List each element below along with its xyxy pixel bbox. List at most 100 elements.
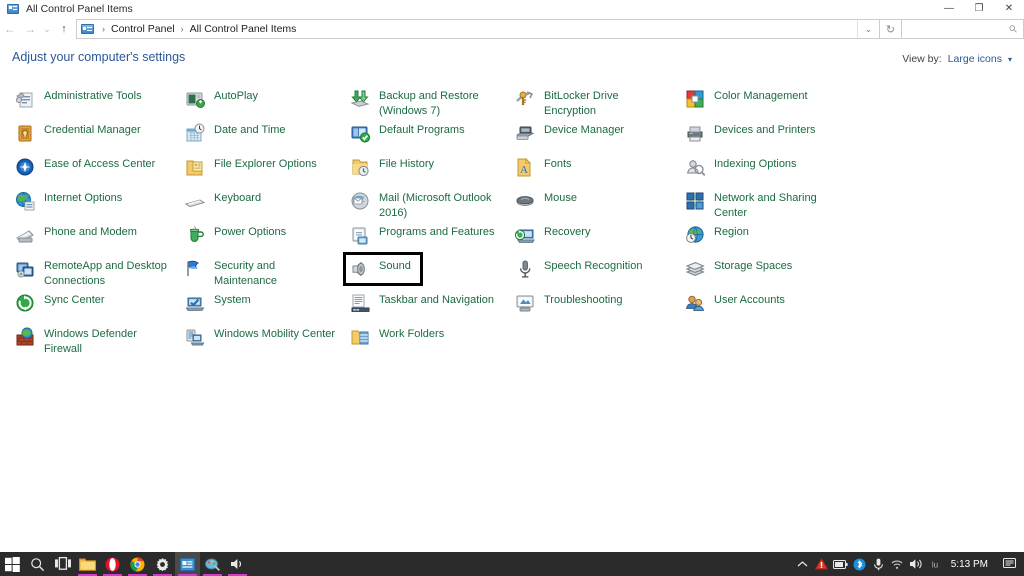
view-by-control[interactable]: View by: Large icons ▾ (902, 53, 1012, 65)
control-panel-item-label[interactable]: System (214, 292, 251, 308)
control-panel-item-label[interactable]: Security and Maintenance (214, 258, 338, 288)
control-panel-item-label[interactable]: Device Manager (544, 122, 624, 138)
forward-button[interactable]: → (20, 19, 40, 39)
control-panel-item-label[interactable]: File Explorer Options (214, 156, 317, 172)
control-panel-item[interactable]: Power Options (178, 218, 343, 252)
control-panel-item-label[interactable]: File History (379, 156, 434, 172)
control-panel-item[interactable]: Keyboard (178, 184, 343, 218)
breadcrumb-all-control-panel-items[interactable]: All Control Panel Items (189, 23, 298, 35)
control-panel-item[interactable]: Work Folders (343, 320, 508, 354)
control-panel-item[interactable]: Ease of Access Center (8, 150, 178, 184)
control-panel-item[interactable]: Devices and Printers (678, 116, 848, 150)
maximize-button[interactable]: ❐ (964, 0, 994, 18)
paint-button[interactable] (200, 552, 225, 576)
control-panel-item-label[interactable]: User Accounts (714, 292, 785, 308)
control-panel-item[interactable]: Sound (343, 252, 508, 286)
control-panel-item-label[interactable]: AutoPlay (214, 88, 258, 104)
warning-icon[interactable] (812, 552, 831, 576)
control-panel-item[interactable]: Taskbar and Navigation (343, 286, 508, 320)
control-panel-item-label[interactable]: Default Programs (379, 122, 465, 138)
control-panel-item-label[interactable]: Internet Options (44, 190, 122, 206)
control-panel-item-label[interactable]: Color Management (714, 88, 808, 104)
control-panel-item-label[interactable]: Administrative Tools (44, 88, 142, 104)
control-panel-item-label[interactable]: Mouse (544, 190, 577, 206)
control-panel-item[interactable]: Date and Time (178, 116, 343, 150)
control-panel-item[interactable]: Mouse (508, 184, 678, 218)
control-panel-item[interactable]: BitLocker Drive Encryption (508, 82, 678, 118)
settings-button[interactable] (150, 552, 175, 576)
control-panel-item-label[interactable]: Speech Recognition (544, 258, 642, 274)
control-panel-item-label[interactable]: Ease of Access Center (44, 156, 155, 172)
control-panel-item-label[interactable]: Region (714, 224, 749, 240)
close-button[interactable]: ✕ (994, 0, 1024, 18)
control-panel-item[interactable]: AutoPlay (178, 82, 343, 116)
refresh-button[interactable]: ↻ (880, 19, 902, 39)
file-explorer-button[interactable] (75, 552, 100, 576)
control-panel-item[interactable]: File Explorer Options (178, 150, 343, 184)
action-center-icon[interactable] (996, 552, 1022, 576)
battery-icon[interactable] (831, 552, 850, 576)
control-panel-item[interactable]: Color Management (678, 82, 848, 116)
control-panel-item-label[interactable]: BitLocker Drive Encryption (544, 88, 668, 118)
control-panel-item[interactable]: Region (678, 218, 848, 252)
search-button[interactable] (25, 552, 50, 576)
control-panel-item[interactable]: Security and Maintenance (178, 252, 343, 288)
recent-locations-button[interactable]: ⌄ (40, 19, 54, 39)
control-panel-item[interactable]: Windows Defender Firewall (8, 320, 178, 355)
control-panel-item-label[interactable]: Storage Spaces (714, 258, 792, 274)
address-bar[interactable]: › Control Panel › All Control Panel Item… (76, 19, 880, 39)
control-panel-item[interactable]: Troubleshooting (508, 286, 678, 320)
start-button[interactable] (0, 552, 25, 576)
control-panel-item[interactable]: Device Manager (508, 116, 678, 150)
control-panel-item-label[interactable]: Troubleshooting (544, 292, 622, 308)
chevron-down-icon[interactable]: ▾ (1008, 55, 1012, 64)
keyboard-layout-icon[interactable]: lu (926, 552, 945, 576)
control-panel-item-label[interactable]: Network and Sharing Center (714, 190, 838, 220)
view-by-value[interactable]: Large icons (948, 53, 1002, 65)
microphone-icon[interactable] (869, 552, 888, 576)
control-panel-item-label[interactable]: Sound (379, 258, 411, 274)
minimize-button[interactable]: — (934, 0, 964, 18)
control-panel-item-label[interactable]: Backup and Restore (Windows 7) (379, 88, 503, 118)
control-panel-item[interactable]: RemoteApp and Desktop Connections (8, 252, 178, 288)
volume-app-button[interactable] (225, 552, 250, 576)
address-dropdown-icon[interactable]: ⌄ (857, 20, 879, 38)
control-panel-button[interactable] (175, 552, 200, 576)
control-panel-item[interactable]: Recovery (508, 218, 678, 252)
control-panel-item-label[interactable]: Windows Mobility Center (214, 326, 335, 342)
control-panel-item[interactable]: Programs and Features (343, 218, 508, 252)
control-panel-item-label[interactable]: Power Options (214, 224, 286, 240)
control-panel-item-label[interactable]: Recovery (544, 224, 590, 240)
control-panel-item-label[interactable]: Fonts (544, 156, 572, 172)
control-panel-item[interactable]: Backup and Restore (Windows 7) (343, 82, 508, 118)
control-panel-item-label[interactable]: Work Folders (379, 326, 444, 342)
breadcrumb-control-panel[interactable]: Control Panel (110, 23, 176, 35)
search-input[interactable]: ⚲ (902, 19, 1024, 39)
volume-icon[interactable] (907, 552, 926, 576)
control-panel-item-label[interactable]: RemoteApp and Desktop Connections (44, 258, 168, 288)
control-panel-item-label[interactable]: Programs and Features (379, 224, 495, 240)
control-panel-item-label[interactable]: Keyboard (214, 190, 261, 206)
bluetooth-icon[interactable] (850, 552, 869, 576)
control-panel-item[interactable]: Internet Options (8, 184, 178, 218)
control-panel-item[interactable]: Default Programs (343, 116, 508, 150)
control-panel-item[interactable]: File History (343, 150, 508, 184)
control-panel-item[interactable]: User Accounts (678, 286, 848, 320)
control-panel-item[interactable]: Network and Sharing Center (678, 184, 848, 220)
control-panel-item[interactable]: Storage Spaces (678, 252, 848, 286)
control-panel-item-label[interactable]: Date and Time (214, 122, 286, 138)
control-panel-item-label[interactable]: Devices and Printers (714, 122, 816, 138)
control-panel-item-label[interactable]: Credential Manager (44, 122, 141, 138)
chrome-button[interactable] (125, 552, 150, 576)
up-button[interactable]: ↑ (54, 19, 74, 39)
opera-button[interactable] (100, 552, 125, 576)
control-panel-item[interactable]: Phone and Modem (8, 218, 178, 252)
taskbar-clock[interactable]: 5:13 PM (945, 559, 996, 570)
control-panel-item[interactable]: Speech Recognition (508, 252, 678, 286)
show-hidden-icons[interactable] (793, 552, 812, 576)
control-panel-item-label[interactable]: Mail (Microsoft Outlook 2016) (379, 190, 503, 220)
control-panel-item[interactable]: System (178, 286, 343, 320)
control-panel-item-label[interactable]: Taskbar and Navigation (379, 292, 494, 308)
control-panel-item[interactable]: Sync Center (8, 286, 178, 320)
control-panel-item-label[interactable]: Phone and Modem (44, 224, 137, 240)
